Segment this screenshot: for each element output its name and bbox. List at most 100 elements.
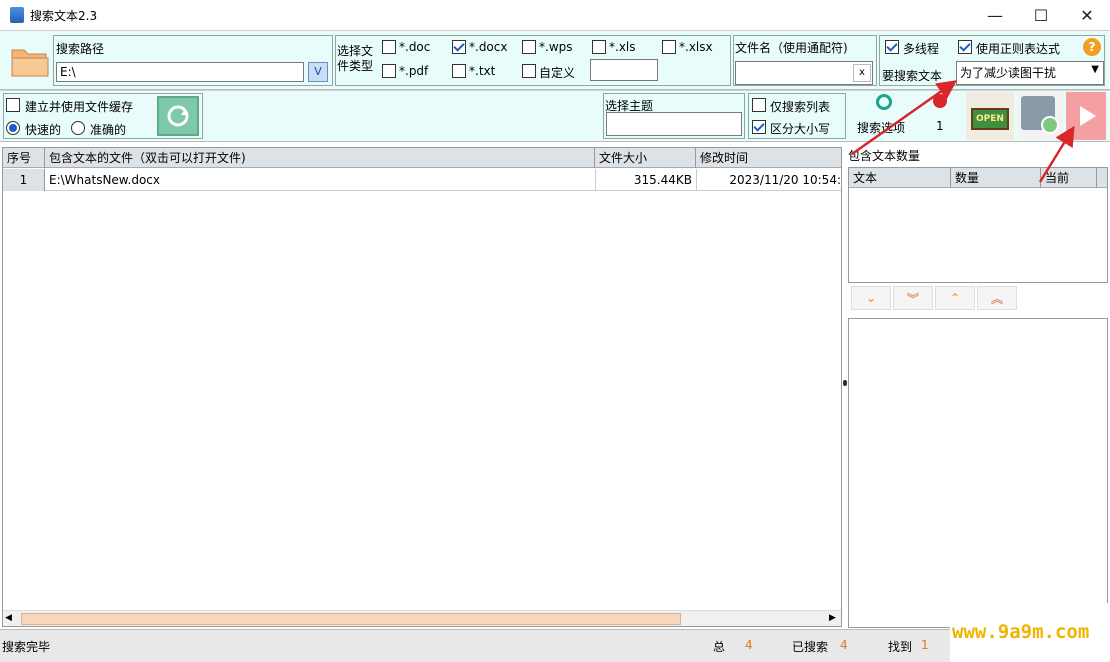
col-text[interactable]: 文本 [849,168,951,188]
filetype-label: 选择文件类型 [337,44,374,73]
prev-button[interactable]: ⌃ [935,286,975,310]
help-icon[interactable]: ? [1083,38,1101,56]
cache-panel: 建立并使用文件缓存 快速的 准确的 [3,93,203,139]
col-count[interactable]: 数量 [951,168,1041,188]
topic-input[interactable] [606,112,742,136]
filetype-label-item: 自定义 [539,66,576,80]
watermark-box: www.9a9m.com [950,603,1110,662]
search-text-label: 要搜索文本 [882,69,943,83]
regex-checkbox[interactable] [958,40,972,54]
filetype-checkbox[interactable] [382,64,396,78]
searched-value: 4 [840,638,848,652]
watermark-text: www.9a9m.com [952,621,1090,643]
custom-ext-input[interactable] [590,59,658,81]
case-checkbox[interactable] [752,120,766,134]
options-panel: 多线程 使用正则表达式 ? 要搜索文本 为了减少读图干扰 ▼ [879,35,1105,86]
filetype-checkbox[interactable] [382,40,396,54]
open-sign-button[interactable]: OPEN [966,92,1014,140]
last-button[interactable]: ︾ [893,286,933,310]
search-text-input[interactable]: 为了减少读图干扰 ▼ [956,61,1104,85]
scroll-left-icon[interactable]: ◀ [5,613,12,623]
multithread-label: 多线程 [903,42,940,56]
col-mtime[interactable]: 修改时间 [696,148,841,168]
first-button[interactable]: ︽ [977,286,1017,310]
scroll-thumb[interactable] [21,613,681,625]
path-panel: 搜索路径 E:\ V [53,35,333,86]
filetype-label-item: *.txt [469,64,496,78]
found-label: 找到 [888,640,913,654]
filetype-checkbox[interactable] [522,40,536,54]
filetype-panel: 选择文件类型 *.doc *.docx *.wps *.xls *.xlsx *.pdf *… [335,35,731,86]
counter-value: 1 [936,119,944,133]
next-button[interactable]: ⌄ [851,286,891,310]
maximize-button[interactable]: ☐ [1018,0,1064,30]
counts-grid: 文本 数量 当前 [848,167,1108,283]
filetype-checkbox[interactable] [592,40,606,54]
col-current[interactable]: 当前 [1041,168,1097,188]
table-row[interactable]: 1 E:\WhatsNew.docx 315.44KB 2023/11/20 1… [3,169,841,191]
filetype-label-item: *.docx [469,40,508,54]
pin-icon [933,94,947,108]
col-size[interactable]: 文件大小 [595,148,696,168]
clear-button[interactable]: x [853,64,871,82]
counts-title: 包含文本数量 [848,149,921,163]
multithread-checkbox[interactable] [885,40,899,54]
open-sign-icon: OPEN [971,108,1009,130]
refresh-icon[interactable] [157,96,199,136]
list-options-panel: 仅搜索列表 区分大小写 [748,93,846,139]
app-icon [10,7,24,23]
counter-box: 1 [916,92,962,140]
filetype-label-item: *.doc [399,40,431,54]
filetype-label-item: *.xls [609,40,636,54]
play-icon [1080,106,1096,126]
gear-icon [876,94,892,110]
fast-label: 快速的 [25,123,62,137]
total-label: 总 [713,640,726,654]
search-options-button[interactable]: 搜索选项 [852,92,912,140]
row-size: 315.44KB [595,169,692,191]
total-value: 4 [745,638,753,652]
accurate-label: 准确的 [90,123,127,137]
search-options-label: 搜索选项 [857,121,906,135]
filetype-label-item: *.wps [539,40,573,54]
start-button[interactable] [1066,92,1106,140]
results-grid: 序号 包含文本的文件（双击可以打开文件) 文件大小 修改时间 1 E:\What… [2,147,842,627]
fast-radio[interactable] [6,121,20,135]
filename-panel: 文件名（使用通配符) x [733,35,877,86]
filetype-checkbox[interactable] [522,64,536,78]
row-file: E:\WhatsNew.docx [49,173,160,187]
chevron-down-icon[interactable]: V [308,62,328,82]
folder-icon[interactable] [8,38,52,82]
only-list-label: 仅搜索列表 [770,100,831,114]
accurate-radio[interactable] [71,121,85,135]
filetype-checkbox[interactable] [452,40,466,54]
case-label: 区分大小写 [770,122,831,136]
filetype-checkbox[interactable] [452,64,466,78]
check-icon [1041,116,1059,134]
filename-label: 文件名（使用通配符) [735,41,848,55]
filetype-checkbox[interactable] [662,40,676,54]
close-button[interactable]: ✕ [1064,0,1110,30]
path-input[interactable]: E:\ [56,62,304,82]
row-mtime: 2023/11/20 10:54: [696,169,841,191]
searched-label: 已搜索 [792,640,829,654]
col-file[interactable]: 包含文本的文件（双击可以打开文件) [45,148,595,168]
splitter-handle[interactable] [843,380,847,386]
dropdown-icon[interactable]: ▼ [1091,64,1099,75]
regex-label: 使用正则表达式 [976,42,1061,56]
row-index: 1 [3,169,45,191]
path-label: 搜索路径 [56,42,105,56]
col-index[interactable]: 序号 [3,148,45,168]
h-scrollbar[interactable]: ◀ ▶ [3,610,841,626]
minimize-button[interactable]: — [972,0,1018,30]
only-list-checkbox[interactable] [752,98,766,112]
preview-pane[interactable] [848,318,1108,628]
save-button[interactable] [1017,92,1063,140]
cache-checkbox[interactable] [6,98,20,112]
counts-header: 文本 数量 当前 [849,168,1107,188]
status-text: 搜索完毕 [2,640,51,654]
app-window: 搜索文本2.3 — ☐ ✕ 搜索路径 E:\ V 选择文件类型 *.doc *.d… [0,0,1110,662]
title-bar: 搜索文本2.3 — ☐ ✕ [0,0,1110,30]
found-value: 1 [921,638,929,652]
scroll-right-icon[interactable]: ▶ [829,613,836,623]
